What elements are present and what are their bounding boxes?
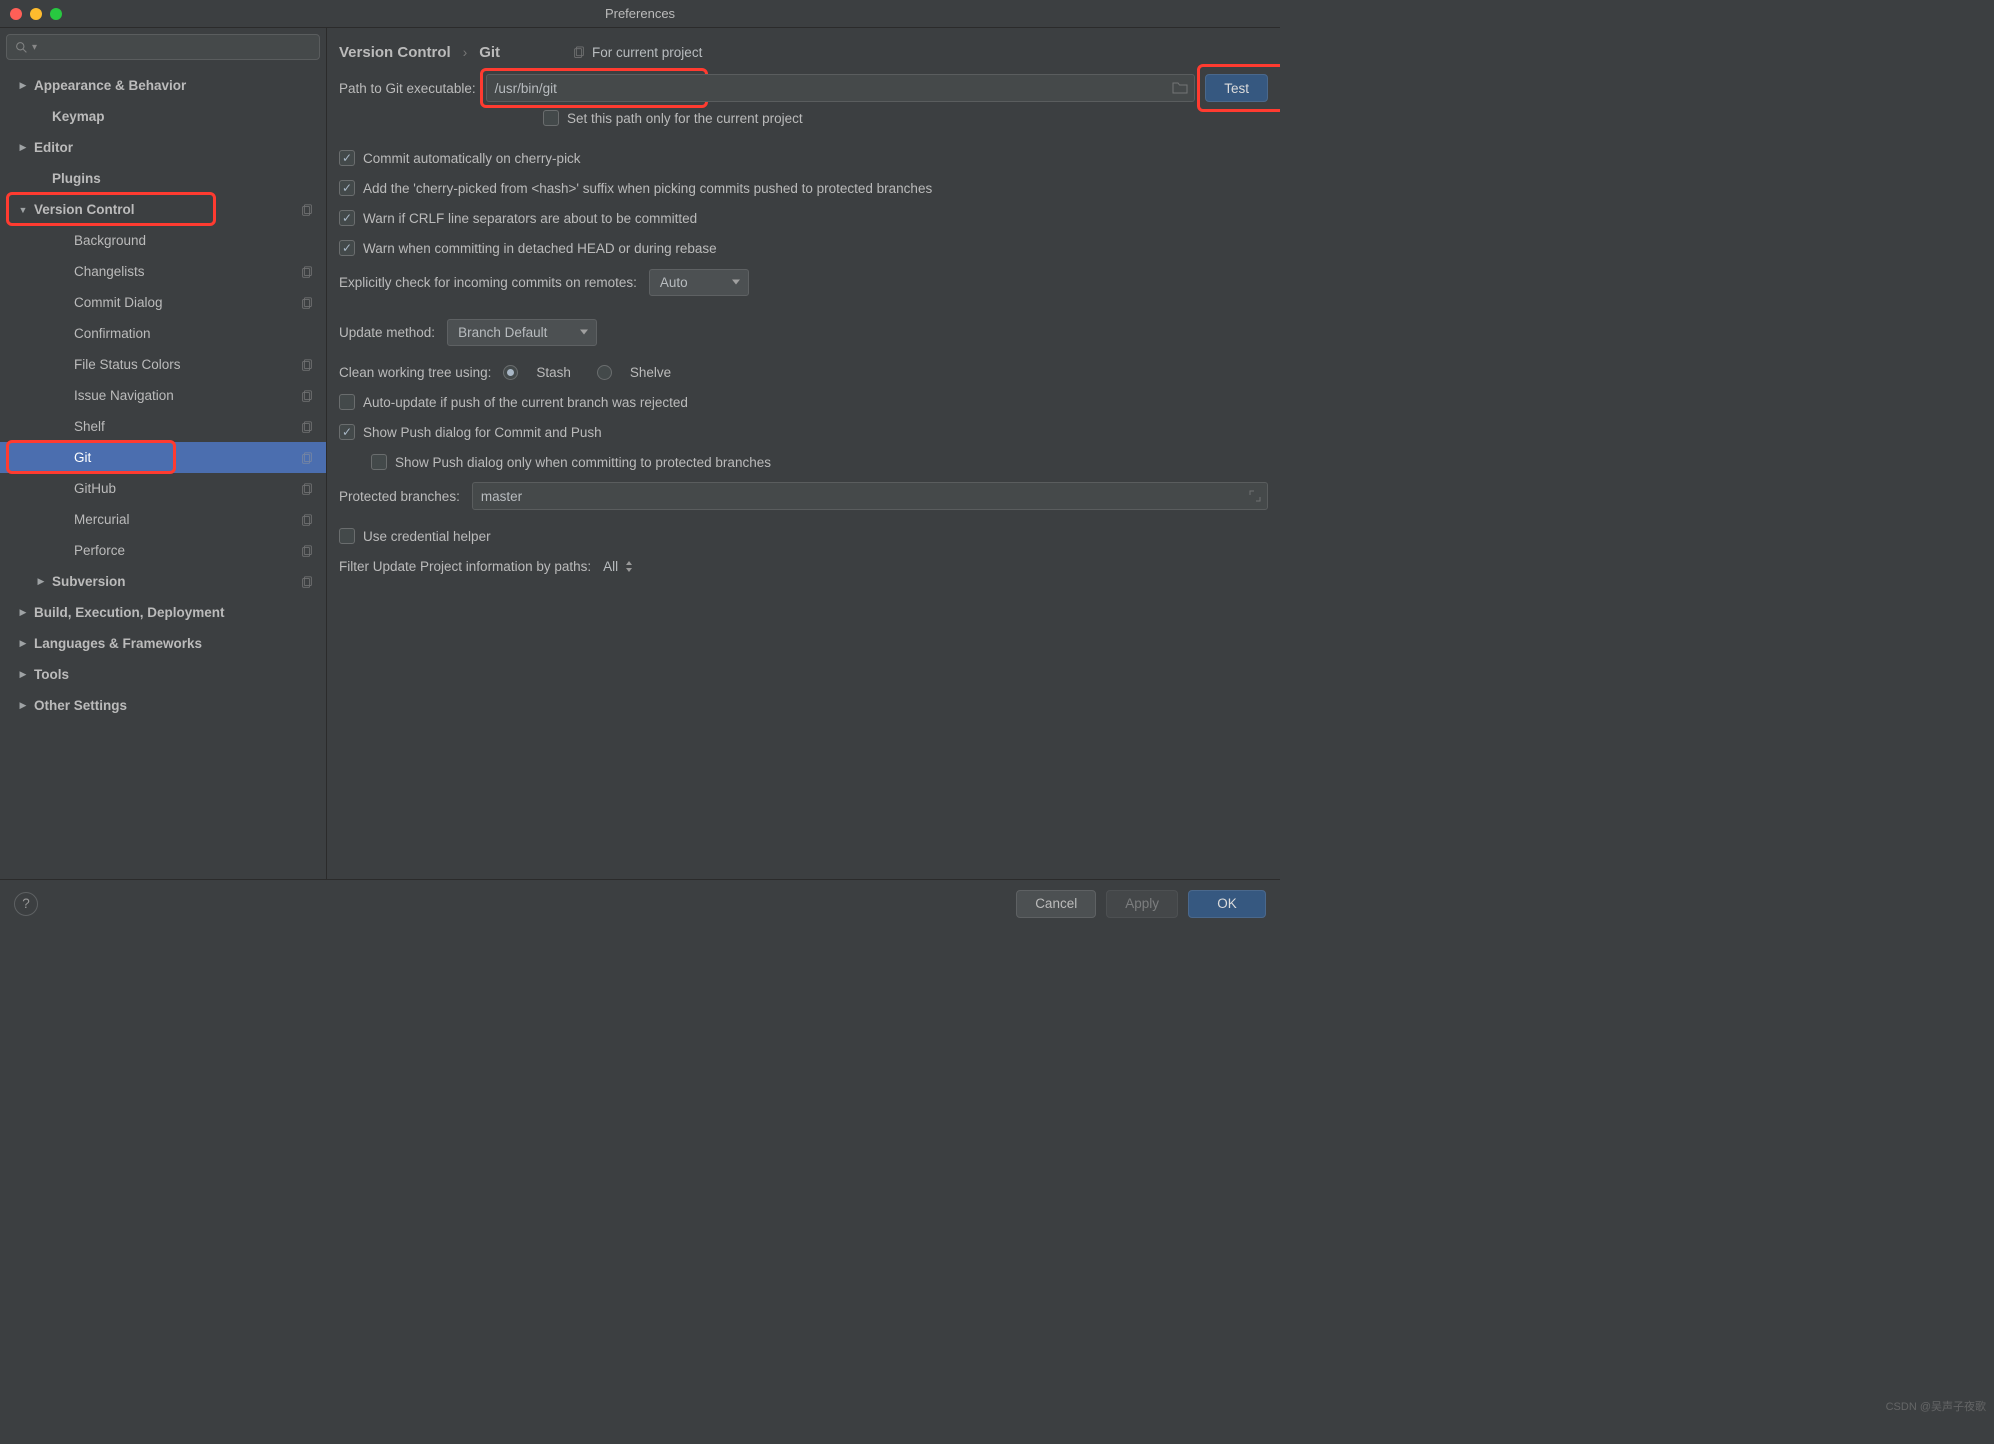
sidebar-item-build-execution-deployment[interactable]: ▶ Build, Execution, Deployment — [0, 597, 326, 628]
window-title: Preferences — [605, 6, 675, 21]
dropdown-icon: ▾ — [32, 42, 37, 53]
sidebar-item-background[interactable]: Background — [0, 225, 326, 256]
sidebar-item-label: Languages & Frameworks — [34, 636, 202, 651]
breadcrumb: Version Control › Git For current projec… — [327, 28, 1280, 71]
sidebar-item-label: Perforce — [74, 543, 125, 558]
sidebar-item-label: Plugins — [52, 171, 101, 186]
main-panel: Version Control › Git For current projec… — [327, 28, 1280, 879]
close-icon[interactable] — [10, 8, 22, 20]
git-path-input[interactable]: /usr/bin/git — [486, 74, 1196, 102]
copy-icon — [572, 46, 586, 60]
sidebar-item-editor[interactable]: ▶ Editor — [0, 132, 326, 163]
chevron-right-icon: ▶ — [36, 576, 46, 587]
sidebar-item-shelf[interactable]: Shelf — [0, 411, 326, 442]
breadcrumb-seg-2: Git — [479, 44, 500, 61]
sidebar-item-label: Commit Dialog — [74, 295, 163, 310]
scope-label: For current project — [572, 45, 702, 60]
sidebar: ▾ ▶ Appearance & Behavior Keymap ▶ Editor Plu… — [0, 28, 327, 879]
sidebar-item-label: Git — [74, 450, 91, 465]
apply-button[interactable]: Apply — [1106, 890, 1178, 918]
sidebar-item-other-settings[interactable]: ▶ Other Settings — [0, 690, 326, 721]
sidebar-item-git[interactable]: Git — [0, 442, 326, 473]
chevron-right-icon: ▶ — [18, 669, 28, 680]
breadcrumb-separator: › — [463, 45, 468, 60]
filter-paths-select[interactable]: All — [603, 559, 636, 574]
sidebar-item-label: Build, Execution, Deployment — [34, 605, 225, 620]
sidebar-item-confirmation[interactable]: Confirmation — [0, 318, 326, 349]
sidebar-item-label: GitHub — [74, 481, 116, 496]
settings-tree: ▶ Appearance & Behavior Keymap ▶ Editor Plugi… — [0, 66, 326, 879]
cancel-button[interactable]: Cancel — [1016, 890, 1096, 918]
protected-branches-input[interactable]: master — [472, 482, 1268, 510]
sidebar-item-plugins[interactable]: Plugins — [0, 163, 326, 194]
sidebar-item-appearance-behavior[interactable]: ▶ Appearance & Behavior — [0, 70, 326, 101]
sidebar-item-version-control[interactable]: ▼ Version Control — [0, 194, 326, 225]
sidebar-item-issue-navigation[interactable]: Issue Navigation — [0, 380, 326, 411]
detached-checkbox[interactable] — [339, 240, 355, 256]
chevron-right-icon: ▶ — [18, 80, 28, 91]
sidebar-item-label: Changelists — [74, 264, 145, 279]
ok-button[interactable]: OK — [1188, 890, 1266, 918]
sidebar-item-label: Keymap — [52, 109, 105, 124]
minimize-icon[interactable] — [30, 8, 42, 20]
sidebar-item-label: Appearance & Behavior — [34, 78, 186, 93]
sidebar-item-languages-frameworks[interactable]: ▶ Languages & Frameworks — [0, 628, 326, 659]
sidebar-item-mercurial[interactable]: Mercurial — [0, 504, 326, 535]
search-input[interactable]: ▾ — [6, 34, 320, 60]
sidebar-item-subversion[interactable]: ▶ Subversion — [0, 566, 326, 597]
sidebar-item-label: Version Control — [34, 202, 135, 217]
sidebar-item-github[interactable]: GitHub — [0, 473, 326, 504]
sidebar-item-label: Background — [74, 233, 146, 248]
chevron-right-icon: ▶ — [18, 638, 28, 649]
breadcrumb-seg-1: Version Control — [339, 44, 451, 61]
credential-helper-checkbox[interactable] — [339, 528, 355, 544]
folder-icon[interactable] — [1172, 81, 1188, 95]
update-method-select[interactable]: Branch Default — [447, 319, 597, 346]
crlf-checkbox[interactable] — [339, 210, 355, 226]
incoming-select[interactable]: Auto — [649, 269, 749, 296]
sidebar-item-label: Shelf — [74, 419, 105, 434]
set-path-project-checkbox[interactable] — [543, 110, 559, 126]
sidebar-item-tools[interactable]: ▶ Tools — [0, 659, 326, 690]
window-controls — [0, 8, 62, 20]
chevron-right-icon: ▶ — [18, 142, 28, 153]
titlebar: Preferences — [0, 0, 1280, 28]
sidebar-item-label: Mercurial — [74, 512, 130, 527]
watermark: CSDN @吴声子夜歌 — [1886, 1398, 1986, 1414]
path-label: Path to Git executable: — [339, 81, 476, 96]
sidebar-item-label: Confirmation — [74, 326, 151, 341]
cherry-suffix-checkbox[interactable] — [339, 180, 355, 196]
sidebar-item-file-status-colors[interactable]: File Status Colors — [0, 349, 326, 380]
commit-cherry-checkbox[interactable] — [339, 150, 355, 166]
expand-icon[interactable] — [1249, 490, 1261, 502]
sidebar-item-keymap[interactable]: Keymap — [0, 101, 326, 132]
sidebar-item-perforce[interactable]: Perforce — [0, 535, 326, 566]
chevron-down-icon: ▼ — [18, 205, 28, 215]
sidebar-item-label: File Status Colors — [74, 357, 181, 372]
zoom-icon[interactable] — [50, 8, 62, 20]
sidebar-item-label: Tools — [34, 667, 69, 682]
sidebar-item-label: Issue Navigation — [74, 388, 174, 403]
sidebar-item-label: Other Settings — [34, 698, 127, 713]
test-button[interactable]: Test — [1205, 74, 1268, 102]
footer: ? Cancel Apply OK — [0, 879, 1280, 927]
chevron-right-icon: ▶ — [18, 700, 28, 711]
sidebar-item-commit-dialog[interactable]: Commit Dialog — [0, 287, 326, 318]
show-push-protected-checkbox[interactable] — [371, 454, 387, 470]
sidebar-item-label: Editor — [34, 140, 73, 155]
chevron-right-icon: ▶ — [18, 607, 28, 618]
sidebar-item-label: Subversion — [52, 574, 126, 589]
show-push-checkbox[interactable] — [339, 424, 355, 440]
sidebar-item-changelists[interactable]: Changelists — [0, 256, 326, 287]
autoupdate-checkbox[interactable] — [339, 394, 355, 410]
stash-radio[interactable] — [503, 365, 518, 380]
search-icon — [15, 41, 28, 54]
shelve-radio[interactable] — [597, 365, 612, 380]
help-button[interactable]: ? — [14, 892, 38, 916]
